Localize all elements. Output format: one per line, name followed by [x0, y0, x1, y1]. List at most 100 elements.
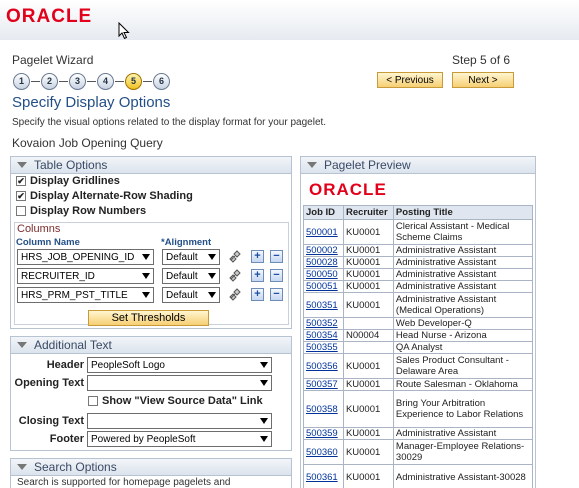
pagelet-preview-header[interactable]: Pagelet Preview: [301, 157, 535, 174]
posting-title-cell: Administrative Assistant: [392, 427, 534, 440]
closing-text-select[interactable]: [87, 413, 272, 429]
job-id-cell[interactable]: 500361: [303, 464, 344, 488]
table-row: 500361 KU0001 Administrative Assistant-300…: [303, 464, 534, 488]
step-6[interactable]: 6: [153, 72, 170, 90]
posting-title-cell: Bring Your Arbitration Experience to Lab…: [392, 390, 534, 428]
columns-title: Columns: [17, 223, 61, 235]
alt-row-shading-checkbox[interactable]: ✔ Display Alternate-Row Shading: [16, 190, 193, 202]
job-id-link[interactable]: 500359: [306, 428, 338, 439]
step-1[interactable]: 1: [13, 72, 30, 90]
job-id-cell[interactable]: 500002: [303, 244, 344, 257]
mouse-cursor-icon: [118, 22, 130, 40]
job-id-link[interactable]: 500358: [306, 404, 338, 415]
delete-row-icon[interactable]: −: [270, 269, 283, 282]
table-row: 500354 N00004 Head Nurse - Arizona: [303, 329, 534, 342]
step-4[interactable]: 4: [97, 72, 114, 90]
footer-select[interactable]: Powered by PeopleSoft: [87, 431, 272, 447]
link-icon[interactable]: [229, 288, 243, 301]
recruiter-cell: KU0001: [342, 353, 394, 379]
job-id-cell[interactable]: 500356: [303, 353, 344, 379]
job-id-link[interactable]: 500050: [306, 269, 338, 280]
job-id-link[interactable]: 500356: [306, 361, 338, 372]
job-id-cell[interactable]: 500354: [303, 329, 344, 342]
job-id-link[interactable]: 500028: [306, 257, 338, 268]
job-id-cell[interactable]: 500355: [303, 341, 344, 354]
link-icon[interactable]: [229, 269, 243, 282]
job-id-link[interactable]: 500352: [306, 318, 338, 329]
posting-title-cell: Administrative Assistant: [392, 244, 534, 257]
table-options-header[interactable]: Table Options: [11, 157, 291, 174]
posting-title-cell: QA Analyst: [392, 341, 534, 354]
table-row: 500028 KU0001 Administrative Assistant: [303, 256, 534, 269]
next-button[interactable]: Next >: [452, 72, 514, 88]
job-id-link[interactable]: 500002: [306, 245, 338, 256]
step-2[interactable]: 2: [41, 72, 58, 90]
display-gridlines-checkbox[interactable]: ✔ Display Gridlines: [16, 175, 120, 187]
recruiter-cell: KU0001: [342, 390, 394, 428]
recruiter-cell: KU0001: [342, 268, 394, 281]
recruiter-cell: [342, 317, 394, 330]
job-id-link[interactable]: 500361: [306, 472, 338, 483]
alignment-select-2[interactable]: Default: [162, 268, 220, 284]
posting-title-header: Posting Title: [392, 205, 534, 220]
closing-text-label: Closing Text: [18, 415, 84, 427]
job-id-link[interactable]: 500355: [306, 342, 338, 353]
opening-text-select[interactable]: [87, 375, 272, 391]
recruiter-cell: KU0001: [342, 292, 394, 318]
add-row-icon[interactable]: +: [251, 250, 264, 263]
job-id-link[interactable]: 500051: [306, 281, 338, 292]
job-id-link[interactable]: 500351: [306, 300, 338, 311]
job-id-link[interactable]: 500360: [306, 447, 338, 458]
delete-row-icon[interactable]: −: [270, 250, 283, 263]
job-id-cell[interactable]: 500051: [303, 280, 344, 293]
add-row-icon[interactable]: +: [251, 288, 264, 301]
alignment-select-3[interactable]: Default: [162, 287, 220, 303]
preview-oracle-logo: ORACLE: [309, 180, 387, 199]
table-row: 500359 KU0001 Administrative Assistant: [303, 427, 534, 440]
posting-title-cell: Administrative Assistant: [392, 268, 534, 281]
wizard-step-trail: 1 2 3 4 5 6: [13, 72, 170, 90]
job-id-cell[interactable]: 500001: [303, 219, 344, 245]
column-name-select-2[interactable]: RECRUITER_ID: [17, 268, 154, 284]
step-3[interactable]: 3: [69, 72, 86, 90]
previous-button[interactable]: < Previous: [377, 72, 443, 88]
recruiter-header: Recruiter: [342, 205, 394, 220]
set-thresholds-button[interactable]: Set Thresholds: [88, 310, 209, 326]
add-row-icon[interactable]: +: [251, 269, 264, 282]
table-row: 500001 KU0001 Clerical Assistant - Medical…: [303, 219, 534, 245]
job-id-cell[interactable]: 500028: [303, 256, 344, 269]
link-icon[interactable]: [229, 250, 243, 263]
header-select[interactable]: PeopleSoft Logo: [87, 357, 272, 373]
column-name-select-3[interactable]: HRS_PRM_PST_TITLE: [17, 287, 154, 303]
posting-title-cell: Sales Product Consultant - Delaware Area: [392, 353, 534, 379]
table-row: 500357 KU0001 Route Salesman - Oklahoma: [303, 378, 534, 391]
job-id-cell[interactable]: 500050: [303, 268, 344, 281]
alignment-select-1[interactable]: Default: [162, 249, 220, 265]
delete-row-icon[interactable]: −: [270, 288, 283, 301]
posting-title-cell: Administrative Assistant-30028: [392, 464, 534, 488]
dropdown-arrow-icon: [142, 273, 150, 279]
job-id-cell[interactable]: 500360: [303, 439, 344, 465]
job-id-link[interactable]: 500354: [306, 330, 338, 341]
additional-text-header[interactable]: Additional Text: [11, 337, 291, 354]
column-name-select-1[interactable]: HRS_JOB_OPENING_ID: [17, 249, 154, 265]
job-id-link[interactable]: 500001: [306, 227, 338, 238]
row-numbers-checkbox[interactable]: Display Row Numbers: [16, 205, 146, 217]
table-row: 500051 KU0001 Administrative Assistant: [303, 280, 534, 293]
dropdown-arrow-icon: [260, 362, 268, 368]
job-id-cell[interactable]: 500352: [303, 317, 344, 330]
job-id-cell[interactable]: 500358: [303, 390, 344, 428]
recruiter-cell: KU0001: [342, 256, 394, 269]
job-id-cell[interactable]: 500351: [303, 292, 344, 318]
dropdown-arrow-icon: [208, 292, 216, 298]
job-id-cell[interactable]: 500357: [303, 378, 344, 391]
job-id-link[interactable]: 500357: [306, 379, 338, 390]
view-source-checkbox[interactable]: Show "View Source Data" Link: [88, 395, 263, 407]
recruiter-cell: [342, 341, 394, 354]
dropdown-arrow-icon: [260, 436, 268, 442]
job-id-cell[interactable]: 500359: [303, 427, 344, 440]
search-options-header[interactable]: Search Options: [11, 459, 291, 476]
recruiter-cell: KU0001: [342, 280, 394, 293]
checkmark-icon: ✔: [16, 176, 26, 186]
dropdown-arrow-icon: [260, 418, 268, 424]
